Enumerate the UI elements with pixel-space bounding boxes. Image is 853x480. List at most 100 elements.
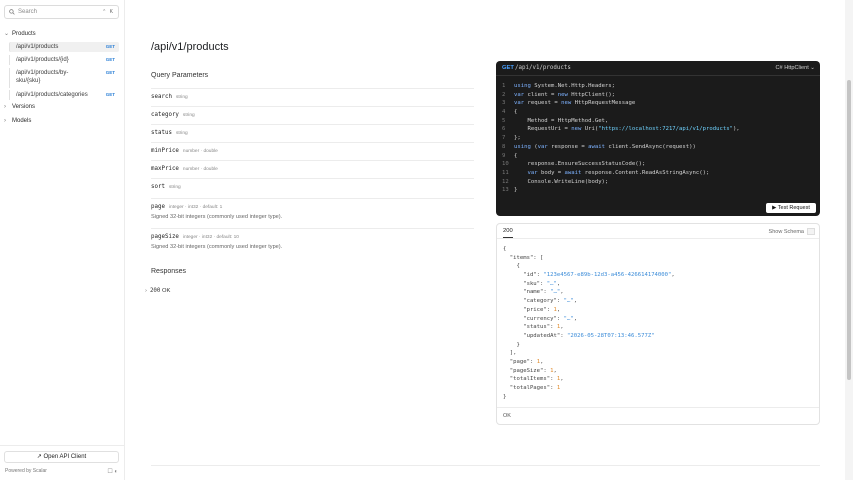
param-row: category string	[151, 106, 474, 124]
method-badge: GET	[105, 92, 115, 97]
sidebar-item-label: /api/v1/products/by-sku/{sku}	[16, 70, 69, 84]
sidebar-item-label: /api/v1/products/{id}	[16, 57, 69, 63]
sidebar-group-label: Models	[12, 118, 32, 124]
responses-heading: Responses	[151, 268, 187, 275]
json-line: "totalItems": 1,	[503, 376, 564, 383]
param-row: minPrice number · double	[151, 142, 474, 160]
divider	[151, 465, 820, 466]
sidebar: Search ⌃ K ⌄ Products /api/v1/products GE…	[0, 0, 125, 480]
tab-200[interactable]: 200	[503, 228, 513, 238]
json-line: ],	[503, 350, 517, 357]
chevron-right-icon: ›	[4, 104, 6, 110]
sidebar-item-categories[interactable]: /api/v1/products/categories GET	[9, 90, 119, 100]
json-line: "id": "123e4567-e89b-12d3-a456-426614174…	[503, 272, 675, 279]
code-line: 10 response.EnsureSuccessStatusCode();	[502, 161, 818, 170]
divider	[497, 238, 819, 239]
param-row: pageSize integer · int32 · default: 10 Si…	[151, 228, 474, 258]
line-number: 1	[502, 83, 506, 89]
search-placeholder: Search	[18, 9, 38, 15]
code-text: Method = HttpMethod.Get,	[514, 117, 609, 124]
code-line: 11 var body = await response.Content.Rea…	[502, 170, 818, 179]
code-text: using System.Net.Http.Headers;	[514, 83, 616, 89]
response-status-text: OK	[503, 413, 511, 419]
query-parameters-heading: Query Parameters	[151, 72, 209, 79]
divider	[497, 407, 819, 408]
code-text: RequestUri = new Uri("https://localhost:…	[514, 126, 740, 133]
line-number: 10	[502, 161, 509, 168]
page-title: /api/v1/products	[151, 41, 229, 53]
search-icon	[9, 9, 15, 15]
param-meta: integer · int32 · default: 10	[182, 235, 239, 240]
code-text: var body = await response.Content.ReadAs…	[527, 169, 710, 176]
param-row: page integer · int32 · default: 1 Signed …	[151, 198, 474, 228]
line-number: 5	[502, 117, 506, 124]
code-line: 7};	[502, 135, 818, 144]
code-line: 2 var client = new HttpClient();	[502, 92, 818, 101]
sidebar-group-products[interactable]: ⌄ Products	[4, 30, 122, 37]
code-text: };	[514, 135, 521, 142]
chevron-right-icon: ›	[4, 118, 6, 124]
test-request-button[interactable]: ▶ Test Request	[766, 203, 816, 213]
theme-toggle-icon[interactable]: ☐ ◐	[107, 468, 118, 475]
line-number: 11	[502, 169, 509, 176]
open-api-client-button[interactable]: ↗ Open API Client	[4, 451, 119, 463]
code-text: response.EnsureSuccessStatusCode();	[514, 161, 646, 168]
code-line: 9{	[502, 153, 818, 162]
json-line: {	[503, 246, 507, 252]
open-client-label: Open API Client	[43, 454, 87, 460]
code-text: var client = new HttpClient();	[514, 91, 616, 98]
line-number: 6	[502, 126, 506, 133]
search-input[interactable]: Search ⌃ K	[4, 5, 119, 19]
line-number: 13	[502, 187, 509, 194]
chevron-down-icon: ⌄	[4, 31, 10, 37]
sidebar-item-label: /api/v1/products	[16, 44, 59, 50]
test-request-label: Test Request	[777, 205, 810, 211]
code-block: 1 using System.Net.Http.Headers; 2 var clie…	[502, 83, 818, 196]
code-path: /api/v1/products	[515, 65, 571, 71]
line-number: 3	[502, 100, 506, 107]
json-line: "pageSize": 1,	[503, 367, 557, 374]
line-number: 2	[502, 91, 506, 98]
sidebar-group-label: Versions	[12, 104, 36, 110]
code-text: }	[514, 187, 518, 194]
search-shortcut: ⌃ K	[102, 9, 114, 15]
code-text: {	[514, 109, 518, 116]
param-meta: string	[168, 185, 181, 190]
line-number: 7	[502, 135, 506, 142]
response-200-toggle[interactable]: › 200 OK	[145, 288, 170, 294]
json-line: "sku": "…",	[503, 280, 561, 287]
json-line: "items": [	[503, 254, 544, 261]
json-line: {	[503, 263, 520, 270]
param-meta: integer · int32 · default: 1	[168, 205, 223, 210]
param-row: search string	[151, 88, 474, 106]
json-line: "category": "…",	[503, 298, 578, 305]
sidebar-group-versions[interactable]: › Versions	[4, 104, 122, 110]
param-name: status	[151, 130, 172, 136]
method-badge: GET	[105, 70, 115, 75]
client-select[interactable]: C# HttpClient ⌄	[775, 65, 815, 71]
response-code: 200	[149, 288, 161, 294]
sidebar-item-product-by-id[interactable]: /api/v1/products/{id} GET	[9, 55, 119, 65]
json-line: "totalPages": 1	[503, 385, 561, 391]
code-line: 4{	[502, 109, 818, 118]
sidebar-item-product-by-sku[interactable]: /api/v1/products/by-sku/{sku} GET	[9, 68, 119, 88]
powered-by-label[interactable]: Powered by Scalar	[5, 468, 47, 474]
param-name: minPrice	[151, 148, 179, 154]
show-schema-toggle[interactable]: Show Schema	[769, 228, 815, 235]
scrollbar-thumb[interactable]	[847, 80, 851, 380]
param-name: maxPrice	[151, 166, 179, 172]
json-line: "name": "…",	[503, 289, 564, 296]
sidebar-group-label: Products	[12, 31, 36, 37]
sidebar-item-products[interactable]: /api/v1/products GET	[9, 42, 119, 52]
code-line: 1 using System.Net.Http.Headers;	[502, 83, 818, 92]
param-name: search	[151, 94, 172, 100]
param-name: pageSize	[151, 234, 179, 240]
code-text: var request = new HttpRequestMessage	[514, 100, 636, 107]
arrow-up-right-icon: ↗	[36, 454, 44, 460]
code-line: 5 Method = HttpMethod.Get,	[502, 118, 818, 127]
param-meta: string	[175, 95, 188, 100]
sidebar-group-models[interactable]: › Models	[4, 118, 122, 124]
chevron-right-icon: ›	[145, 288, 147, 294]
param-meta: number · double	[182, 149, 218, 154]
param-row: sort string	[151, 178, 474, 198]
